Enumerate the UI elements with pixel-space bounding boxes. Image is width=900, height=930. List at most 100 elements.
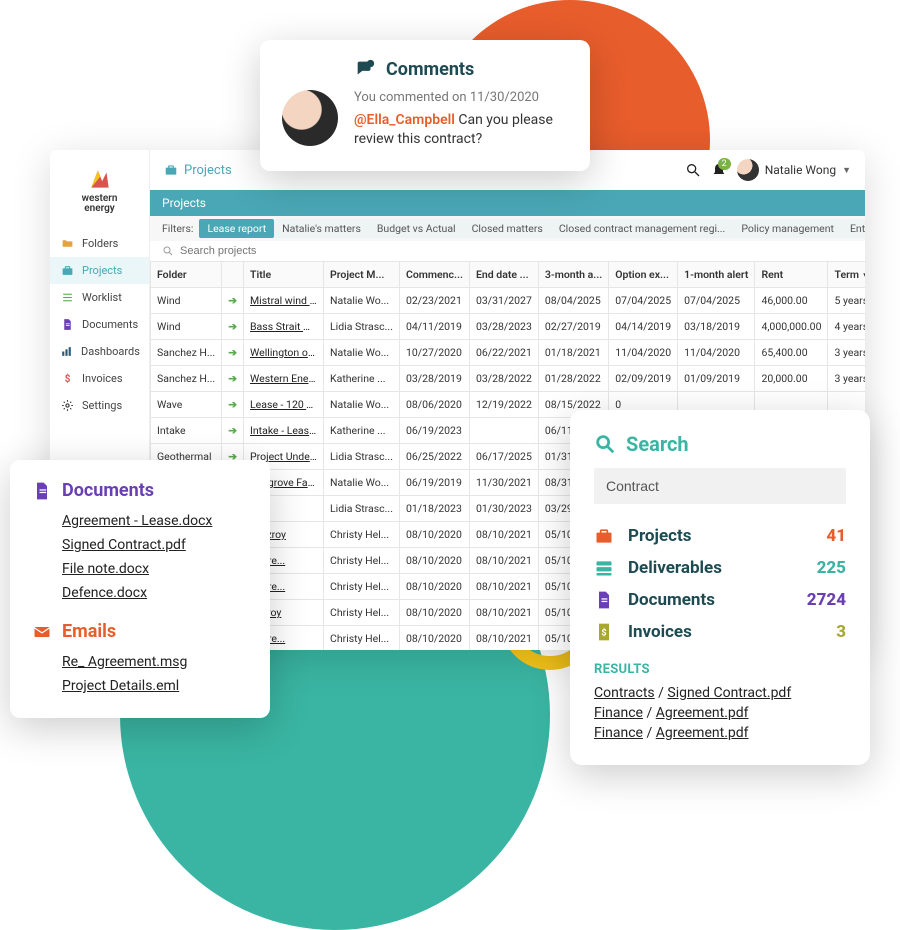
- document-item[interactable]: Agreement - Lease.docx: [62, 509, 248, 533]
- result-category[interactable]: Contracts: [594, 685, 655, 701]
- stat-label: Projects: [628, 526, 691, 546]
- email-item[interactable]: Re_ Agreement.msg: [62, 650, 248, 674]
- nav-label: Invoices: [82, 372, 123, 385]
- server-icon: [594, 558, 614, 578]
- cell-option: 11/04/2020: [609, 340, 678, 366]
- document-item[interactable]: Defence.docx: [62, 581, 248, 605]
- filter-chip[interactable]: Closed contract management regi...: [551, 219, 734, 238]
- cell-commence: 10/27/2020: [399, 340, 469, 366]
- col-header[interactable]: Rent: [755, 262, 828, 288]
- nav-list: FoldersProjects Worklist DocumentsDashboar…: [50, 230, 149, 419]
- cell-commence: 02/23/2021: [399, 288, 469, 314]
- mention[interactable]: @Ella_Campbell: [354, 112, 455, 128]
- nav-item-projects[interactable]: Projects: [50, 257, 149, 284]
- col-header[interactable]: Folder: [151, 262, 222, 288]
- comments-title: Comments: [386, 59, 474, 80]
- email-item[interactable]: Project Details.eml: [62, 674, 248, 698]
- col-header[interactable]: [222, 262, 244, 288]
- stat-label: Deliverables: [628, 558, 722, 578]
- cell-go[interactable]: ➔: [222, 288, 244, 314]
- table-row[interactable]: Sanchez H...➔Western Energy Retail G...K…: [151, 366, 866, 392]
- result-file[interactable]: Agreement.pdf: [656, 725, 749, 741]
- filter-chip[interactable]: Closed matters: [464, 219, 551, 238]
- mail-icon: [32, 622, 52, 642]
- logo-icon: [87, 166, 113, 192]
- project-search-input[interactable]: [180, 245, 853, 257]
- cell-title[interactable]: Intake - Lease - Katherin...: [244, 418, 324, 444]
- cell-title[interactable]: Lease - 120 Thatcher Ro...: [244, 392, 324, 418]
- cell-end: 06/22/2021: [469, 340, 538, 366]
- emails-heading: Emails: [62, 621, 116, 642]
- col-header[interactable]: 1-month alert: [678, 262, 755, 288]
- filters-label: Filters:: [162, 222, 193, 235]
- filter-chip[interactable]: Budget vs Actual: [369, 219, 464, 238]
- cell-go[interactable]: ➔: [222, 366, 244, 392]
- col-header[interactable]: End date ...: [469, 262, 538, 288]
- cell-end: 08/10/2021: [469, 574, 538, 600]
- cell-term: 3 years: [828, 340, 865, 366]
- col-header[interactable]: 3-month a...: [538, 262, 608, 288]
- comment-meta: You commented on 11/30/2020: [354, 90, 568, 105]
- cell-commence: 01/18/2023: [399, 496, 469, 522]
- comments-popover: Comments You commented on 11/30/2020 @El…: [260, 40, 590, 171]
- search-icon[interactable]: [685, 162, 701, 178]
- col-header[interactable]: Option ex...: [609, 262, 678, 288]
- cell-end: 03/28/2022: [469, 366, 538, 392]
- table-row[interactable]: Wind➔Bass Strait Offshore Win...Lidia St…: [151, 314, 866, 340]
- result-category[interactable]: Finance: [594, 705, 643, 721]
- nav-label: Worklist: [82, 291, 122, 304]
- cell-title[interactable]: Mistral wind project TAS: [244, 288, 324, 314]
- col-header[interactable]: Project M...: [324, 262, 400, 288]
- search-card-input[interactable]: [594, 468, 846, 504]
- col-header[interactable]: Term ▼: [828, 262, 865, 288]
- results-heading: RESULTS: [594, 662, 846, 677]
- arrow-right-icon: ➔: [228, 294, 237, 307]
- stat-row[interactable]: Documents2724: [594, 584, 846, 616]
- stat-row[interactable]: Deliverables225: [594, 552, 846, 584]
- table-row[interactable]: Wind➔Mistral wind project TASNatalie Wo.…: [151, 288, 866, 314]
- document-item[interactable]: File note.docx: [62, 557, 248, 581]
- cell-go[interactable]: ➔: [222, 340, 244, 366]
- filter-chip[interactable]: Policy management: [733, 219, 842, 238]
- col-header[interactable]: Commenc...: [399, 262, 469, 288]
- result-category[interactable]: Finance: [594, 725, 643, 741]
- document-item[interactable]: Signed Contract.pdf: [62, 533, 248, 557]
- notifications-button[interactable]: 2: [711, 162, 727, 178]
- nav-item-folders[interactable]: Folders: [50, 230, 149, 257]
- cell-rent: 4,000,000.00: [755, 314, 828, 340]
- project-search[interactable]: [150, 241, 865, 261]
- col-header[interactable]: Title: [244, 262, 324, 288]
- table-row[interactable]: Sanchez H...➔Wellington officeNatalie Wo…: [151, 340, 866, 366]
- cell-pm: Katherine ...: [324, 366, 400, 392]
- cell-title[interactable]: Wellington office: [244, 340, 324, 366]
- cell-go[interactable]: ➔: [222, 314, 244, 340]
- nav-item-documents[interactable]: Documents: [50, 311, 149, 338]
- cell-pm: Christy Hel...: [324, 522, 400, 548]
- filter-chip[interactable]: Lease report: [199, 219, 274, 238]
- cell-go[interactable]: ➔: [222, 392, 244, 418]
- nav-item-settings[interactable]: Settings: [50, 392, 149, 419]
- stat-row[interactable]: Projects41: [594, 520, 846, 552]
- cell-end: 11/30/2021: [469, 470, 538, 496]
- cell-pm: Natalie Wo...: [324, 340, 400, 366]
- nav-item-dashboards[interactable]: Dashboards: [50, 338, 149, 365]
- result-file[interactable]: Agreement.pdf: [656, 705, 749, 721]
- breadcrumb[interactable]: Projects: [164, 163, 232, 178]
- cell-end: 12/19/2022: [469, 392, 538, 418]
- search-result[interactable]: Contracts / Signed Contract.pdf: [594, 683, 846, 703]
- cell-pm: Christy Hel...: [324, 600, 400, 626]
- cell-3month: 01/18/2021: [538, 340, 608, 366]
- nav-item-worklist[interactable]: Worklist: [50, 284, 149, 311]
- filter-chip[interactable]: Entity management: [842, 219, 865, 238]
- search-result[interactable]: Finance / Agreement.pdf: [594, 703, 846, 723]
- cell-go[interactable]: ➔: [222, 418, 244, 444]
- result-file[interactable]: Signed Contract.pdf: [667, 685, 791, 701]
- stat-row[interactable]: $Invoices3: [594, 616, 846, 648]
- search-result[interactable]: Finance / Agreement.pdf: [594, 723, 846, 743]
- cell-title[interactable]: Western Energy Retail G...: [244, 366, 324, 392]
- cell-title[interactable]: Bass Strait Offshore Win...: [244, 314, 324, 340]
- search-card: Search Projects41Deliverables225Document…: [570, 410, 870, 765]
- filter-chip[interactable]: Natalie's matters: [274, 219, 369, 238]
- user-menu[interactable]: Natalie Wong ▼: [737, 159, 851, 181]
- nav-item-invoices[interactable]: $Invoices: [50, 365, 149, 392]
